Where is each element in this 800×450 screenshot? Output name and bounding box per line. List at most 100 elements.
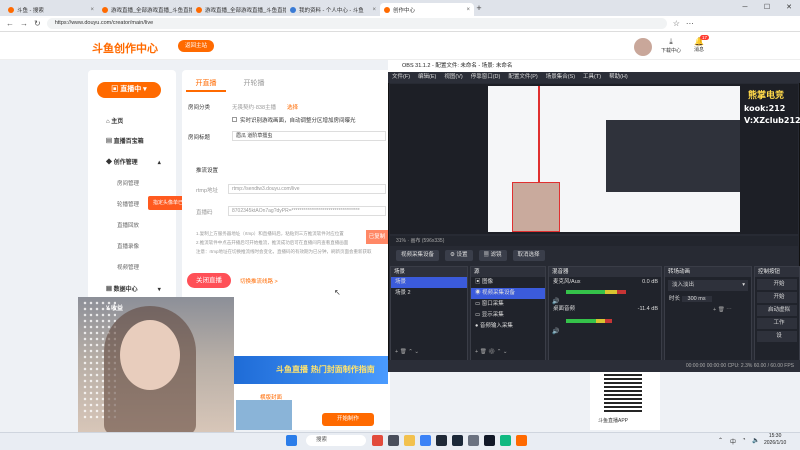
task-view-icon[interactable] bbox=[388, 435, 399, 446]
sidebar-item-room[interactable]: 房间管理 bbox=[117, 179, 139, 187]
star-icon[interactable]: ☆ bbox=[673, 19, 680, 28]
site-logo[interactable]: 斗鱼创作中心 bbox=[92, 40, 158, 56]
filters-button[interactable]: ▦ 滤镜 bbox=[478, 249, 507, 261]
virtual-camera-button[interactable]: 启动虚拟 bbox=[757, 305, 797, 316]
deselect-button[interactable]: 取消选择 bbox=[512, 249, 545, 261]
douyu-icon[interactable] bbox=[516, 435, 527, 446]
cover-guide-banner[interactable]: 斗鱼直播 热门封面制作指南 bbox=[232, 356, 388, 384]
app-icon[interactable] bbox=[468, 435, 479, 446]
scene-item[interactable]: 场景 bbox=[391, 277, 467, 288]
live-status-button[interactable]: ▣ 直播中 ▾ bbox=[97, 82, 161, 98]
down-icon[interactable]: ⌄ bbox=[414, 349, 419, 355]
browser-tab[interactable]: 斗鱼 - 搜索 × bbox=[4, 3, 98, 16]
source-item[interactable]: ▭ 窗口采集 bbox=[471, 299, 545, 310]
start-streaming-button[interactable]: 开始 bbox=[757, 279, 797, 290]
browser-tab[interactable]: 游戏直播_全部游戏直播_斗鱼直播× bbox=[192, 3, 286, 16]
menu-view[interactable]: 视图(V) bbox=[444, 72, 462, 83]
menu-tools[interactable]: 工具(T) bbox=[583, 72, 601, 83]
studio-mode-button[interactable]: 工作 bbox=[757, 318, 797, 329]
trash-icon[interactable]: 🗑 bbox=[718, 307, 727, 313]
file-explorer-icon[interactable] bbox=[404, 435, 415, 446]
volume-icon[interactable]: 🔈 bbox=[752, 437, 759, 444]
profile-favicon-icon bbox=[290, 6, 296, 13]
sidebar-item-recording[interactable]: 直播录像 bbox=[117, 242, 139, 250]
close-window-icon[interactable]: ✕ bbox=[778, 0, 800, 16]
browser-tab[interactable]: 我的资料 - 个人中心 - 斗鱼 × bbox=[286, 3, 380, 16]
source-item[interactable]: ▭ 显示采集 bbox=[471, 310, 545, 321]
sidebar-item-video[interactable]: 视频管理 bbox=[117, 263, 139, 271]
start-cover-button[interactable]: 开始制作 bbox=[322, 413, 374, 426]
system-clock[interactable]: 15:30 2026/1/10 bbox=[764, 433, 786, 447]
back-icon[interactable]: ← bbox=[6, 19, 14, 28]
app-icon[interactable] bbox=[484, 435, 495, 446]
return-main-site-button[interactable]: 返回主站 bbox=[178, 40, 214, 52]
maximize-icon[interactable]: ☐ bbox=[756, 0, 778, 16]
input-language[interactable]: 中 bbox=[730, 437, 736, 446]
gear-icon[interactable]: ⚙ bbox=[488, 349, 497, 355]
steam-icon[interactable] bbox=[452, 435, 463, 446]
scene-item[interactable]: 场景 2 bbox=[391, 288, 467, 299]
app-icon[interactable] bbox=[372, 435, 383, 446]
obs-icon[interactable] bbox=[436, 435, 447, 446]
transition-select[interactable]: 淡入淡出 ▾ bbox=[668, 280, 748, 291]
new-tab-button[interactable]: + bbox=[474, 3, 484, 13]
auto-category-checkbox[interactable]: 实时识别游戏画面，自动调整分区增加房间曝光 bbox=[232, 116, 356, 124]
preview-webcam-source[interactable] bbox=[512, 182, 560, 232]
sidebar-item-creation[interactable]: ◆ 创作管理 ▴ bbox=[106, 157, 161, 166]
sidebar-item-income[interactable]: ¥ 收益 bbox=[106, 303, 123, 312]
menu-profile[interactable]: 配置文件(P) bbox=[508, 72, 537, 83]
trash-icon[interactable]: 🗑 bbox=[480, 349, 489, 355]
switch-line-link[interactable]: 切换推流线路 > bbox=[240, 277, 278, 285]
menu-docks[interactable]: 停靠窗口(D) bbox=[471, 72, 501, 83]
menu-file[interactable]: 文件(F) bbox=[392, 72, 410, 83]
room-title-input[interactable]: 眉瓜 道阶草擂虫 bbox=[232, 131, 386, 141]
forward-icon[interactable]: → bbox=[20, 19, 28, 28]
start-recording-button[interactable]: 开始 bbox=[757, 292, 797, 303]
network-icon[interactable]: ◔ bbox=[742, 437, 746, 443]
close-tab-icon[interactable]: × bbox=[372, 7, 376, 13]
sidebar-item-carousel[interactable]: 轮播管理 bbox=[117, 200, 139, 208]
more-icon[interactable]: ⋯ bbox=[726, 307, 732, 313]
duration-input[interactable]: 300 ms bbox=[681, 296, 712, 302]
source-item[interactable]: ◉ 视频采集设备 bbox=[471, 288, 545, 299]
close-tab-icon[interactable]: × bbox=[466, 7, 470, 13]
menu-edit[interactable]: 编辑(E) bbox=[418, 72, 436, 83]
close-tab-icon[interactable]: × bbox=[90, 7, 94, 13]
browser-tab-active[interactable]: 创作中心 × bbox=[380, 3, 474, 16]
avatar[interactable] bbox=[634, 38, 652, 56]
settings-button[interactable]: ⚙ 设置 bbox=[445, 249, 473, 261]
zoom-level[interactable]: 31% bbox=[396, 238, 406, 244]
sidebar-item-replay[interactable]: 直播回放 bbox=[117, 221, 139, 229]
url-input[interactable]: https://www.douyu.com/creator/main/live bbox=[46, 18, 667, 29]
mic-volume-meter bbox=[566, 290, 626, 294]
taskbar-search[interactable]: 搜索 bbox=[306, 435, 366, 446]
minimize-icon[interactable]: ─ bbox=[734, 0, 756, 16]
browser-icon[interactable] bbox=[420, 435, 431, 446]
download-center-button[interactable]: ⤓ 下载中心 bbox=[660, 37, 682, 54]
trash-icon[interactable]: 🗑 bbox=[400, 349, 409, 355]
sidebar-item-data[interactable]: ▦ 数据中心 ▾ bbox=[106, 284, 161, 293]
tab-carousel[interactable]: 开轮播 bbox=[234, 76, 274, 92]
select-category-link[interactable]: 选择 bbox=[287, 103, 298, 111]
copy-button[interactable]: 已复制 bbox=[366, 230, 388, 244]
sidebar-item-home[interactable]: ⌂ 主页 bbox=[106, 116, 123, 125]
app-icon[interactable] bbox=[500, 435, 511, 446]
source-item[interactable]: ▣ 图像 bbox=[471, 277, 545, 288]
windows-start-icon[interactable] bbox=[286, 435, 297, 446]
obs-settings-button[interactable]: 设 bbox=[757, 331, 797, 342]
browser-tab[interactable]: 游戏直播_全部游戏直播_斗鱼直播× bbox=[98, 3, 192, 16]
tab-start-live[interactable]: 开直播 bbox=[186, 76, 226, 92]
source-item[interactable]: ● 音频输入采集 bbox=[471, 321, 545, 332]
tray-chevron-icon[interactable]: ⌃ bbox=[718, 437, 723, 444]
menu-help[interactable]: 帮助(H) bbox=[609, 72, 628, 83]
rtmp-address-input[interactable]: rtmp://sendtw3.douyu.com/live bbox=[228, 184, 386, 194]
reload-icon[interactable]: ↻ bbox=[34, 19, 41, 28]
menu-scene-collection[interactable]: 场景集合(S) bbox=[546, 72, 575, 83]
speaker-icon[interactable]: 🔊 bbox=[552, 298, 559, 305]
sidebar-item-toolbox[interactable]: ▤ 直播百宝箱 bbox=[106, 136, 144, 145]
menu-icon[interactable]: ⋯ bbox=[686, 19, 694, 28]
close-live-button[interactable]: 关闭直播 bbox=[187, 273, 231, 288]
down-icon[interactable]: ⌄ bbox=[503, 349, 508, 355]
stream-code-input[interactable]: 8702345ktAOn7ag?dyPR=*******************… bbox=[228, 206, 386, 216]
speaker-icon[interactable]: 🔊 bbox=[552, 328, 559, 335]
